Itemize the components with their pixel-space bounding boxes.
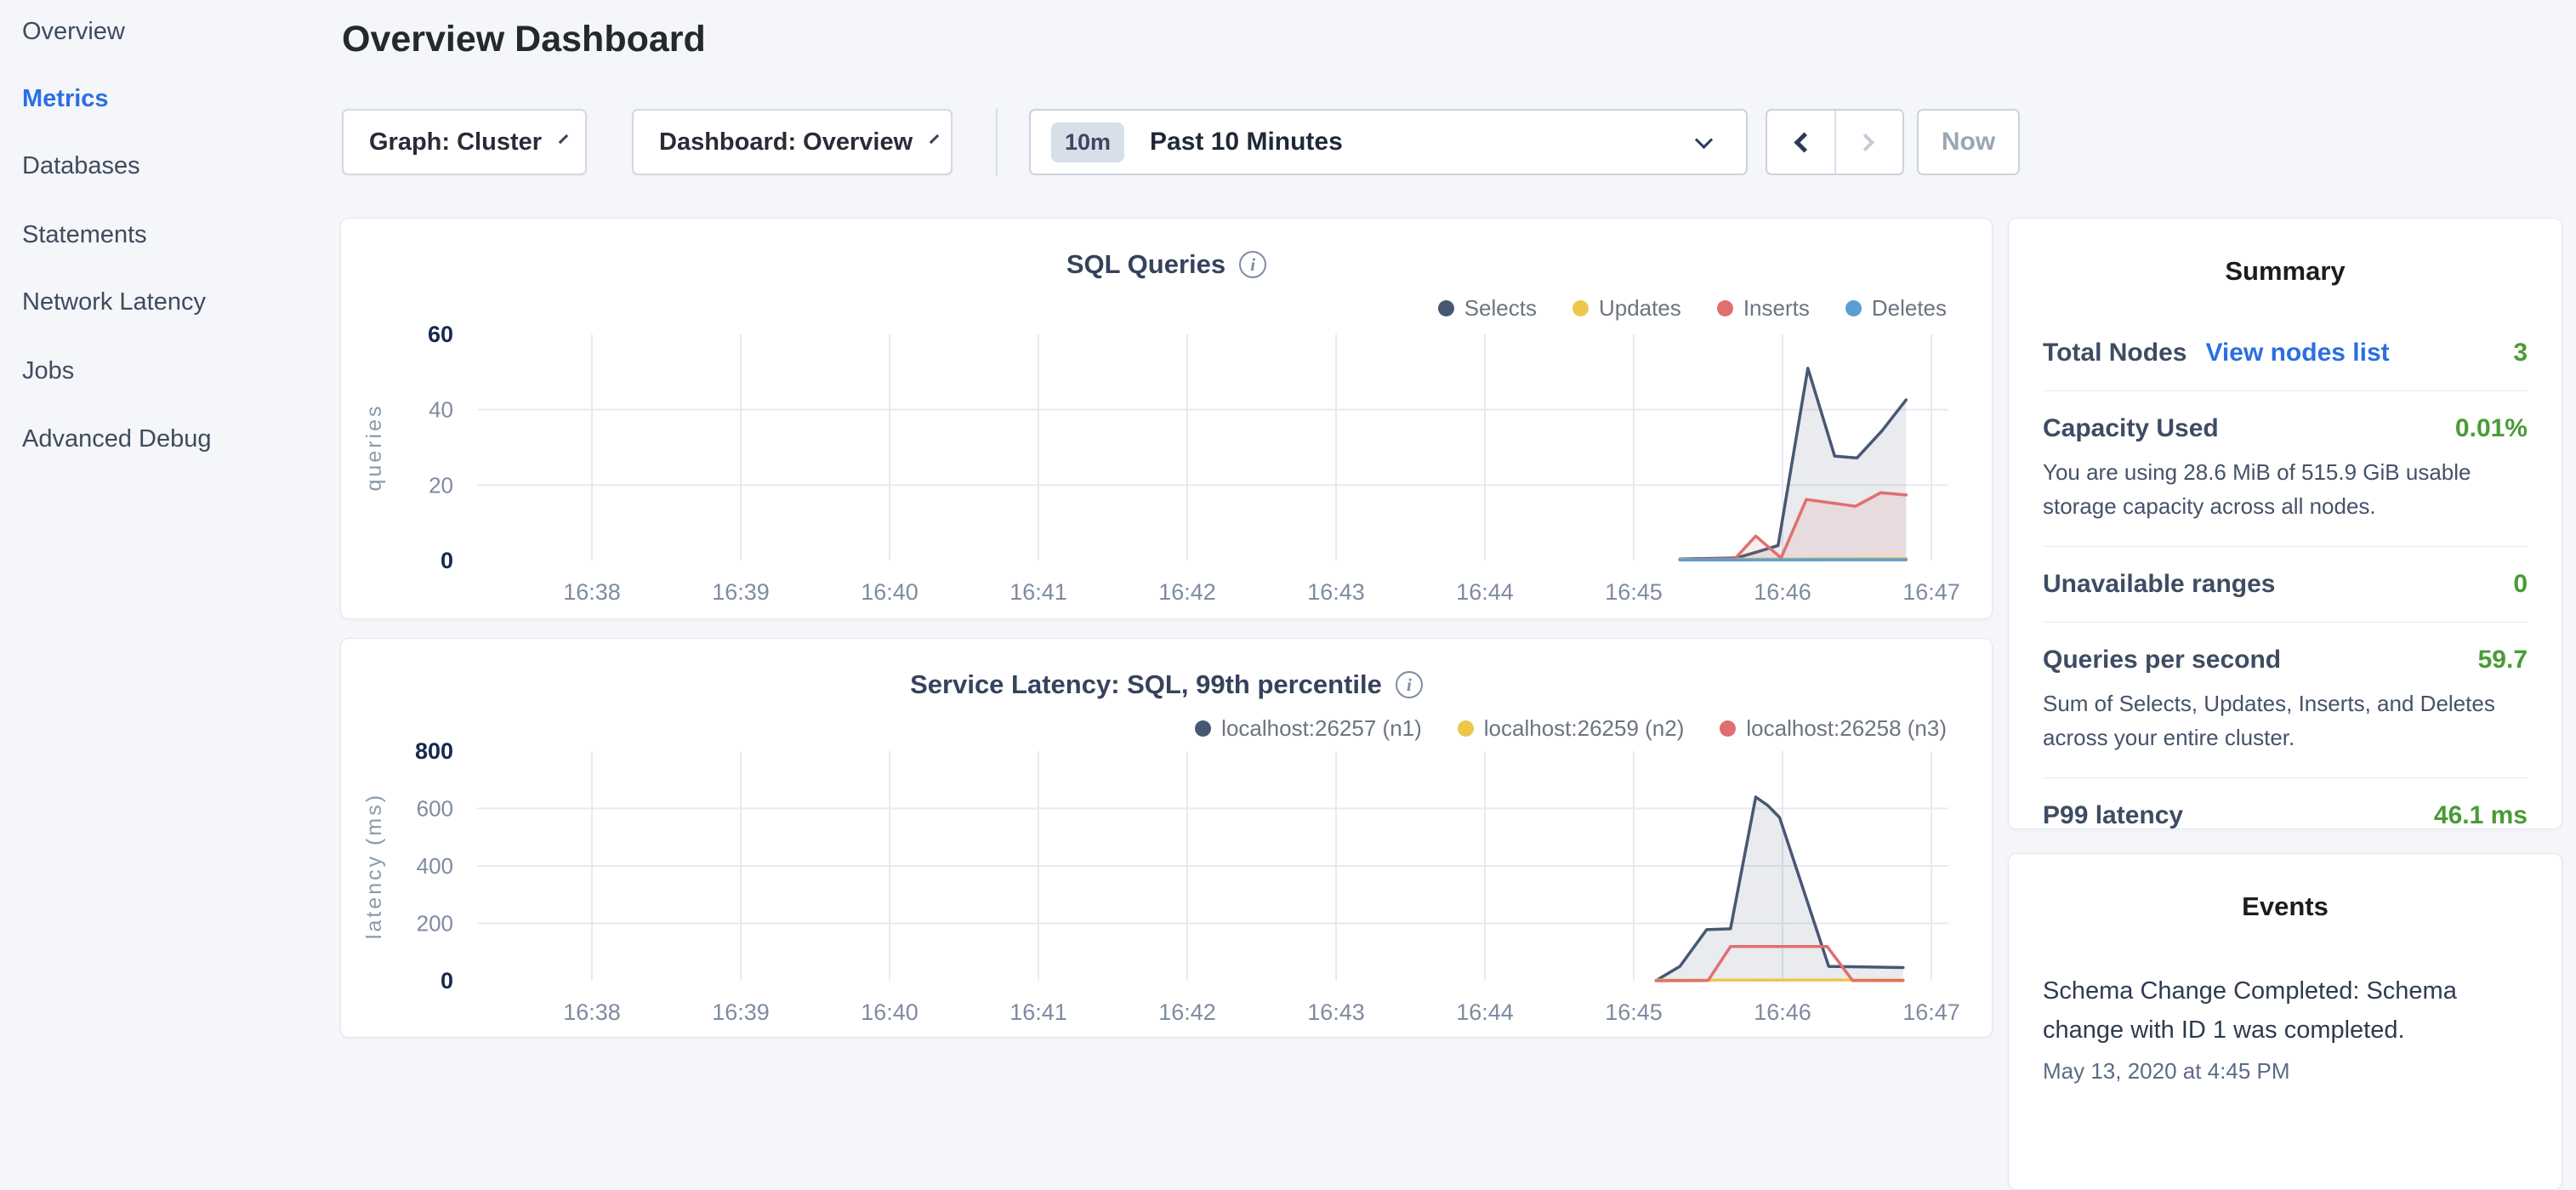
summary-label: Total Nodes	[2043, 339, 2186, 367]
sidebar-item-databases[interactable]: Databases	[22, 151, 140, 181]
summary-value: 3	[2513, 339, 2528, 367]
page-title: Overview Dashboard	[342, 19, 706, 60]
svg-text:16:47: 16:47	[1902, 579, 1960, 605]
graph-dropdown[interactable]: Graph: Cluster	[342, 109, 587, 175]
summary-label: Capacity Used	[2043, 414, 2219, 443]
svg-text:800: 800	[415, 738, 453, 764]
chevron-down-icon	[930, 134, 939, 143]
db-console-metrics-page: Overview Metrics Databases Statements Ne…	[0, 0, 2576, 1051]
svg-text:16:47: 16:47	[1902, 999, 1960, 1025]
summary-value: 0.01%	[2455, 414, 2528, 443]
svg-text:16:44: 16:44	[1456, 579, 1514, 605]
svg-text:0: 0	[441, 548, 453, 573]
summary-row-total-nodes: Total Nodes View nodes list 3	[2043, 316, 2528, 391]
svg-text:16:43: 16:43	[1307, 999, 1365, 1025]
chevron-right-icon	[1857, 133, 1874, 151]
summary-description: Sum of Selects, Updates, Inserts, and De…	[2043, 686, 2528, 754]
summary-value: 46.1 ms	[2434, 801, 2528, 830]
summary-row-p99-latency: P99 latency 46.1 ms	[2043, 778, 2528, 853]
view-nodes-list-link[interactable]: View nodes list	[2205, 339, 2389, 367]
events-title: Events	[2009, 891, 2562, 922]
summary-description: You are using 28.6 MiB of 515.9 GiB usab…	[2043, 455, 2528, 523]
summary-row-capacity-used: Capacity Used 0.01% You are using 28.6 M…	[2043, 391, 2528, 547]
svg-text:16:44: 16:44	[1456, 999, 1514, 1025]
summary-rows: Total Nodes View nodes list 3 Capacity U…	[2043, 316, 2528, 853]
sidebar-item-advanced-debug[interactable]: Advanced Debug	[22, 424, 212, 454]
toolbar-divider	[996, 108, 998, 176]
svg-text:60: 60	[428, 322, 453, 347]
svg-text:queries: queries	[362, 404, 386, 492]
svg-text:16:45: 16:45	[1605, 579, 1663, 605]
sidebar-item-statements[interactable]: Statements	[22, 219, 147, 250]
event-message: Schema Change Completed: Schema change w…	[2043, 971, 2528, 1050]
summary-row-queries-per-second: Queries per second 59.7 Sum of Selects, …	[2043, 623, 2528, 778]
service-latency-chart-card: Service Latency: SQL, 99th percentile i …	[340, 638, 1993, 1038]
time-forward-button[interactable]	[1834, 111, 1903, 174]
svg-text:16:38: 16:38	[563, 999, 621, 1025]
svg-text:16:42: 16:42	[1158, 999, 1216, 1025]
time-range-selector[interactable]: 10m Past 10 Minutes	[1029, 109, 1748, 175]
svg-text:600: 600	[417, 796, 453, 822]
chevron-down-icon	[1695, 130, 1713, 148]
svg-text:16:39: 16:39	[712, 579, 770, 605]
now-button[interactable]: Now	[1917, 109, 2020, 175]
svg-text:16:40: 16:40	[861, 999, 918, 1025]
svg-text:20: 20	[429, 472, 453, 498]
svg-text:200: 200	[417, 911, 453, 937]
summary-panel: Summary Total Nodes View nodes list 3 Ca…	[2008, 218, 2562, 829]
event-list-item: Schema Change Completed: Schema change w…	[2043, 971, 2528, 1085]
svg-text:0: 0	[441, 968, 453, 994]
svg-text:16:41: 16:41	[1009, 579, 1067, 605]
svg-text:16:43: 16:43	[1307, 579, 1365, 605]
svg-text:16:38: 16:38	[563, 579, 621, 605]
summary-row-unavailable-ranges: Unavailable ranges 0	[2043, 547, 2528, 623]
graph-dropdown-label: Graph: Cluster	[369, 128, 542, 157]
sidebar-item-overview[interactable]: Overview	[22, 16, 125, 47]
sql-queries-chart-card: SQL Queries i Selects Updates Inserts De…	[340, 218, 1993, 619]
svg-text:16:42: 16:42	[1158, 579, 1216, 605]
time-back-button[interactable]	[1767, 111, 1834, 174]
summary-label: Queries per second	[2043, 646, 2281, 675]
event-timestamp: May 13, 2020 at 4:45 PM	[2043, 1058, 2528, 1085]
dashboard-dropdown-label: Dashboard: Overview	[659, 128, 913, 157]
summary-title: Summary	[2009, 256, 2562, 287]
sidebar-item-jobs[interactable]: Jobs	[22, 356, 74, 386]
svg-text:16:41: 16:41	[1009, 999, 1067, 1025]
svg-text:40: 40	[429, 397, 453, 423]
sidebar: Overview Metrics Databases Statements Ne…	[0, 0, 340, 1051]
summary-value: 59.7	[2478, 646, 2528, 675]
time-range-label: Past 10 Minutes	[1150, 128, 1343, 157]
events-panel: Events Schema Change Completed: Schema c…	[2008, 853, 2562, 1190]
svg-text:16:46: 16:46	[1754, 999, 1811, 1025]
summary-label: P99 latency	[2043, 801, 2183, 830]
summary-value: 0	[2513, 570, 2528, 599]
sidebar-item-metrics[interactable]: Metrics	[22, 83, 109, 114]
chevron-down-icon	[559, 134, 568, 143]
chevron-left-icon	[1794, 132, 1814, 152]
svg-text:16:46: 16:46	[1754, 579, 1811, 605]
svg-text:400: 400	[417, 853, 453, 879]
svg-text:16:45: 16:45	[1605, 999, 1663, 1025]
svg-text:latency (ms): latency (ms)	[362, 793, 386, 939]
svg-text:16:39: 16:39	[712, 999, 770, 1025]
sql-queries-chart[interactable]: 16:38 16:39 16:40 16:41 16:42 16:43 16:44 16:45…	[341, 219, 1993, 620]
dashboard-dropdown[interactable]: Dashboard: Overview	[632, 109, 952, 175]
summary-label: Unavailable ranges	[2043, 570, 2275, 599]
service-latency-chart[interactable]: 16:38 16:39 16:40 16:41 16:42 16:43 16:44 16:45…	[341, 639, 1993, 1039]
time-range-badge: 10m	[1051, 122, 1124, 162]
sidebar-item-network-latency[interactable]: Network Latency	[22, 287, 206, 317]
svg-text:16:40: 16:40	[861, 579, 918, 605]
time-step-buttons	[1766, 109, 1904, 175]
